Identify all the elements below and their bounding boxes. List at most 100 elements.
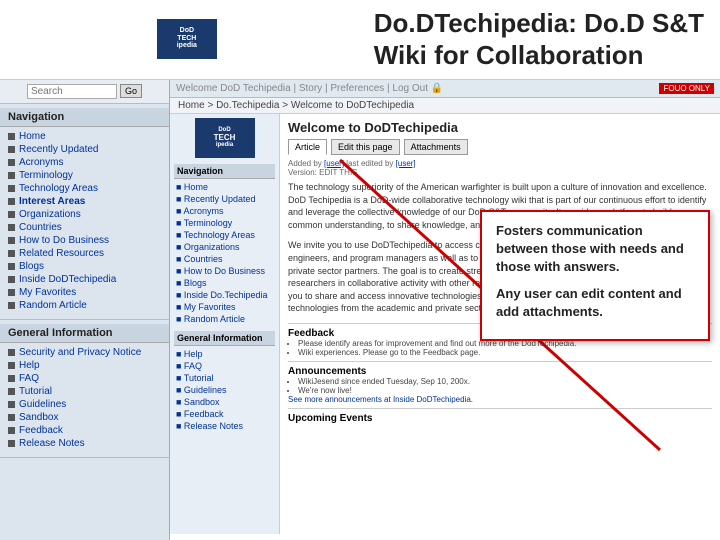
inner-nav-countries[interactable]: ■ Countries [174,253,275,265]
inner-gen-guidelines[interactable]: ■ Guidelines [174,384,275,396]
navigation-title: Navigation [0,108,169,127]
gen-item-security[interactable]: Security and Privacy Notice [0,346,169,359]
gen-item-guidelines[interactable]: Guidelines [0,398,169,411]
inner-nav-home[interactable]: ■ Home [174,181,275,193]
general-title: General Information [0,324,169,343]
inner-gen-tutorial[interactable]: ■ Tutorial [174,372,275,384]
inner-nav-blogs[interactable]: ■ Blogs [174,277,275,289]
inner-gen-release[interactable]: ■ Release Notes [174,420,275,432]
bullet-icon [8,362,15,369]
nav-item-interest-areas[interactable]: Interest Areas [0,195,169,208]
bullet-icon [8,349,15,356]
attachments-tab[interactable]: Attachments [404,139,468,155]
inner-nav-business[interactable]: ■ How to Do Business [174,265,275,277]
bullet-icon [8,185,15,192]
callout-line1: Fosters communication between those with… [496,222,694,277]
bullet-icon [8,388,15,395]
inner-general-title: General Information [174,331,275,346]
general-list: Security and Privacy Notice Help FAQ Tut… [0,343,169,453]
bullet-icon [8,172,15,179]
address-bar: Welcome DoD Techipedia | Story | Prefere… [176,83,443,94]
announcements-section: Announcements WikiJesend since ended Tue… [288,361,712,404]
bullet-icon [8,198,15,205]
bullet-icon [8,302,15,309]
content-area: Go Navigation Home Recently Updated Acro… [0,80,720,540]
inner-gen-feedback[interactable]: ■ Feedback [174,408,275,420]
inner-nav-terminology[interactable]: ■ Terminology [174,217,275,229]
nav-item-inside-dodtechipedia[interactable]: Inside DoDTechipedia [0,273,169,286]
gen-item-sandbox[interactable]: Sandbox [0,411,169,424]
nav-item-random-article[interactable]: Random Article [0,299,169,312]
inner-nav-tech-areas[interactable]: ■ Technology Areas [174,229,275,241]
browser-toolbar: Welcome DoD Techipedia | Story | Prefere… [170,80,720,98]
more-announcements[interactable]: See more announcements at Inside DoDTech… [288,395,712,404]
edit-tab[interactable]: Edit this page [331,139,400,155]
nav-item-how-to-do-business[interactable]: How to Do Business [0,234,169,247]
header: DoDTECHipedia Do.DTechipedia: Do.D S&T W… [0,0,720,80]
main-content: Welcome DoD Techipedia | Story | Prefere… [170,80,720,540]
callout-line2: Any user can edit content and add attach… [496,285,694,321]
nav-item-home[interactable]: Home [0,130,169,143]
announce-item-2: We're now live! [298,386,712,395]
logo-area: DoDTECHipedia [174,118,275,158]
bullet-icon [8,414,15,421]
nav-item-acronyms[interactable]: Acronyms [0,156,169,169]
nav-item-related-resources[interactable]: Related Resources [0,247,169,260]
nav-item-countries[interactable]: Countries [0,221,169,234]
nav-item-my-favorites[interactable]: My Favorites [0,286,169,299]
nav-item-blogs[interactable]: Blogs [0,260,169,273]
bullet-icon [8,375,15,382]
gen-item-tutorial[interactable]: Tutorial [0,385,169,398]
inner-nav-acronyms[interactable]: ■ Acronyms [174,205,275,217]
article-version: EDIT THIS [319,168,357,177]
edited-by-link[interactable]: [user] [396,159,416,168]
inner-nav-random[interactable]: ■ Random Article [174,313,275,325]
inner-gen-sandbox[interactable]: ■ Sandbox [174,396,275,408]
inner-left-nav: DoDTECHipedia Navigation ■ Home ■ Recent… [170,114,280,534]
bullet-icon [8,224,15,231]
inner-nav-inside[interactable]: ■ Inside Do.Techipedia [174,289,275,301]
nav-item-recently-updated[interactable]: Recently Updated [0,143,169,156]
header-title: Do.DTechipedia: Do.D S&T Wiki for Collab… [374,8,704,70]
inner-logo: DoDTECHipedia [195,118,255,158]
bullet-icon [8,440,15,447]
bullet-icon [8,263,15,270]
inner-nav-favorites[interactable]: ■ My Favorites [174,301,275,313]
search-input[interactable] [27,84,117,99]
added-by-link[interactable]: [user] [324,159,344,168]
breadcrumb-bar: Home > Do.Techipedia > Welcome to DoDTec… [170,98,720,114]
bullet-icon [8,427,15,434]
feedback-item-2: Wiki experiences. Please go to the Feedb… [298,348,712,357]
bullet-icon [8,133,15,140]
inner-nav-orgs[interactable]: ■ Organizations [174,241,275,253]
header-logo: DoDTECHipedia [157,19,217,59]
upcoming-events-section: Upcoming Events [288,408,712,424]
article-meta: Added by [user] last edited by [user] Ve… [288,159,712,177]
inner-gen-help[interactable]: ■ Help [174,348,275,360]
nav-item-terminology[interactable]: Terminology [0,169,169,182]
bullet-icon [8,401,15,408]
breadcrumb-text: Home > Do.Techipedia > Welcome to DoDTec… [178,100,414,111]
nav-item-technology-areas[interactable]: Technology Areas [0,182,169,195]
inner-nav-recently[interactable]: ■ Recently Updated [174,193,275,205]
general-section: General Information Security and Privacy… [0,320,169,458]
gen-item-help[interactable]: Help [0,359,169,372]
article-tab[interactable]: Article [288,139,327,155]
search-button[interactable]: Go [120,84,142,98]
bullet-icon [8,276,15,283]
inner-gen-faq[interactable]: ■ FAQ [174,360,275,372]
gen-item-feedback[interactable]: Feedback [0,424,169,437]
bullet-icon [8,159,15,166]
upcoming-events-title: Upcoming Events [288,413,712,424]
gen-item-release-notes[interactable]: Release Notes [0,437,169,450]
navigation-section: Navigation Home Recently Updated Acronym… [0,104,169,320]
welcome-title: Welcome to DoDTechipedia [288,120,712,135]
feedback-list: Please identify areas for improvement an… [288,339,712,357]
gen-item-faq[interactable]: FAQ [0,372,169,385]
callout-box: Fosters communication between those with… [480,210,710,341]
nav-item-organizations[interactable]: Organizations [0,208,169,221]
fouo-badge: FOUO ONLY [659,83,714,94]
inner-general-list: ■ Help ■ FAQ ■ Tutorial ■ Guidelines ■ S… [174,348,275,432]
announce-item-1: WikiJesend since ended Tuesday, Sep 10, … [298,377,712,386]
bullet-icon [8,237,15,244]
